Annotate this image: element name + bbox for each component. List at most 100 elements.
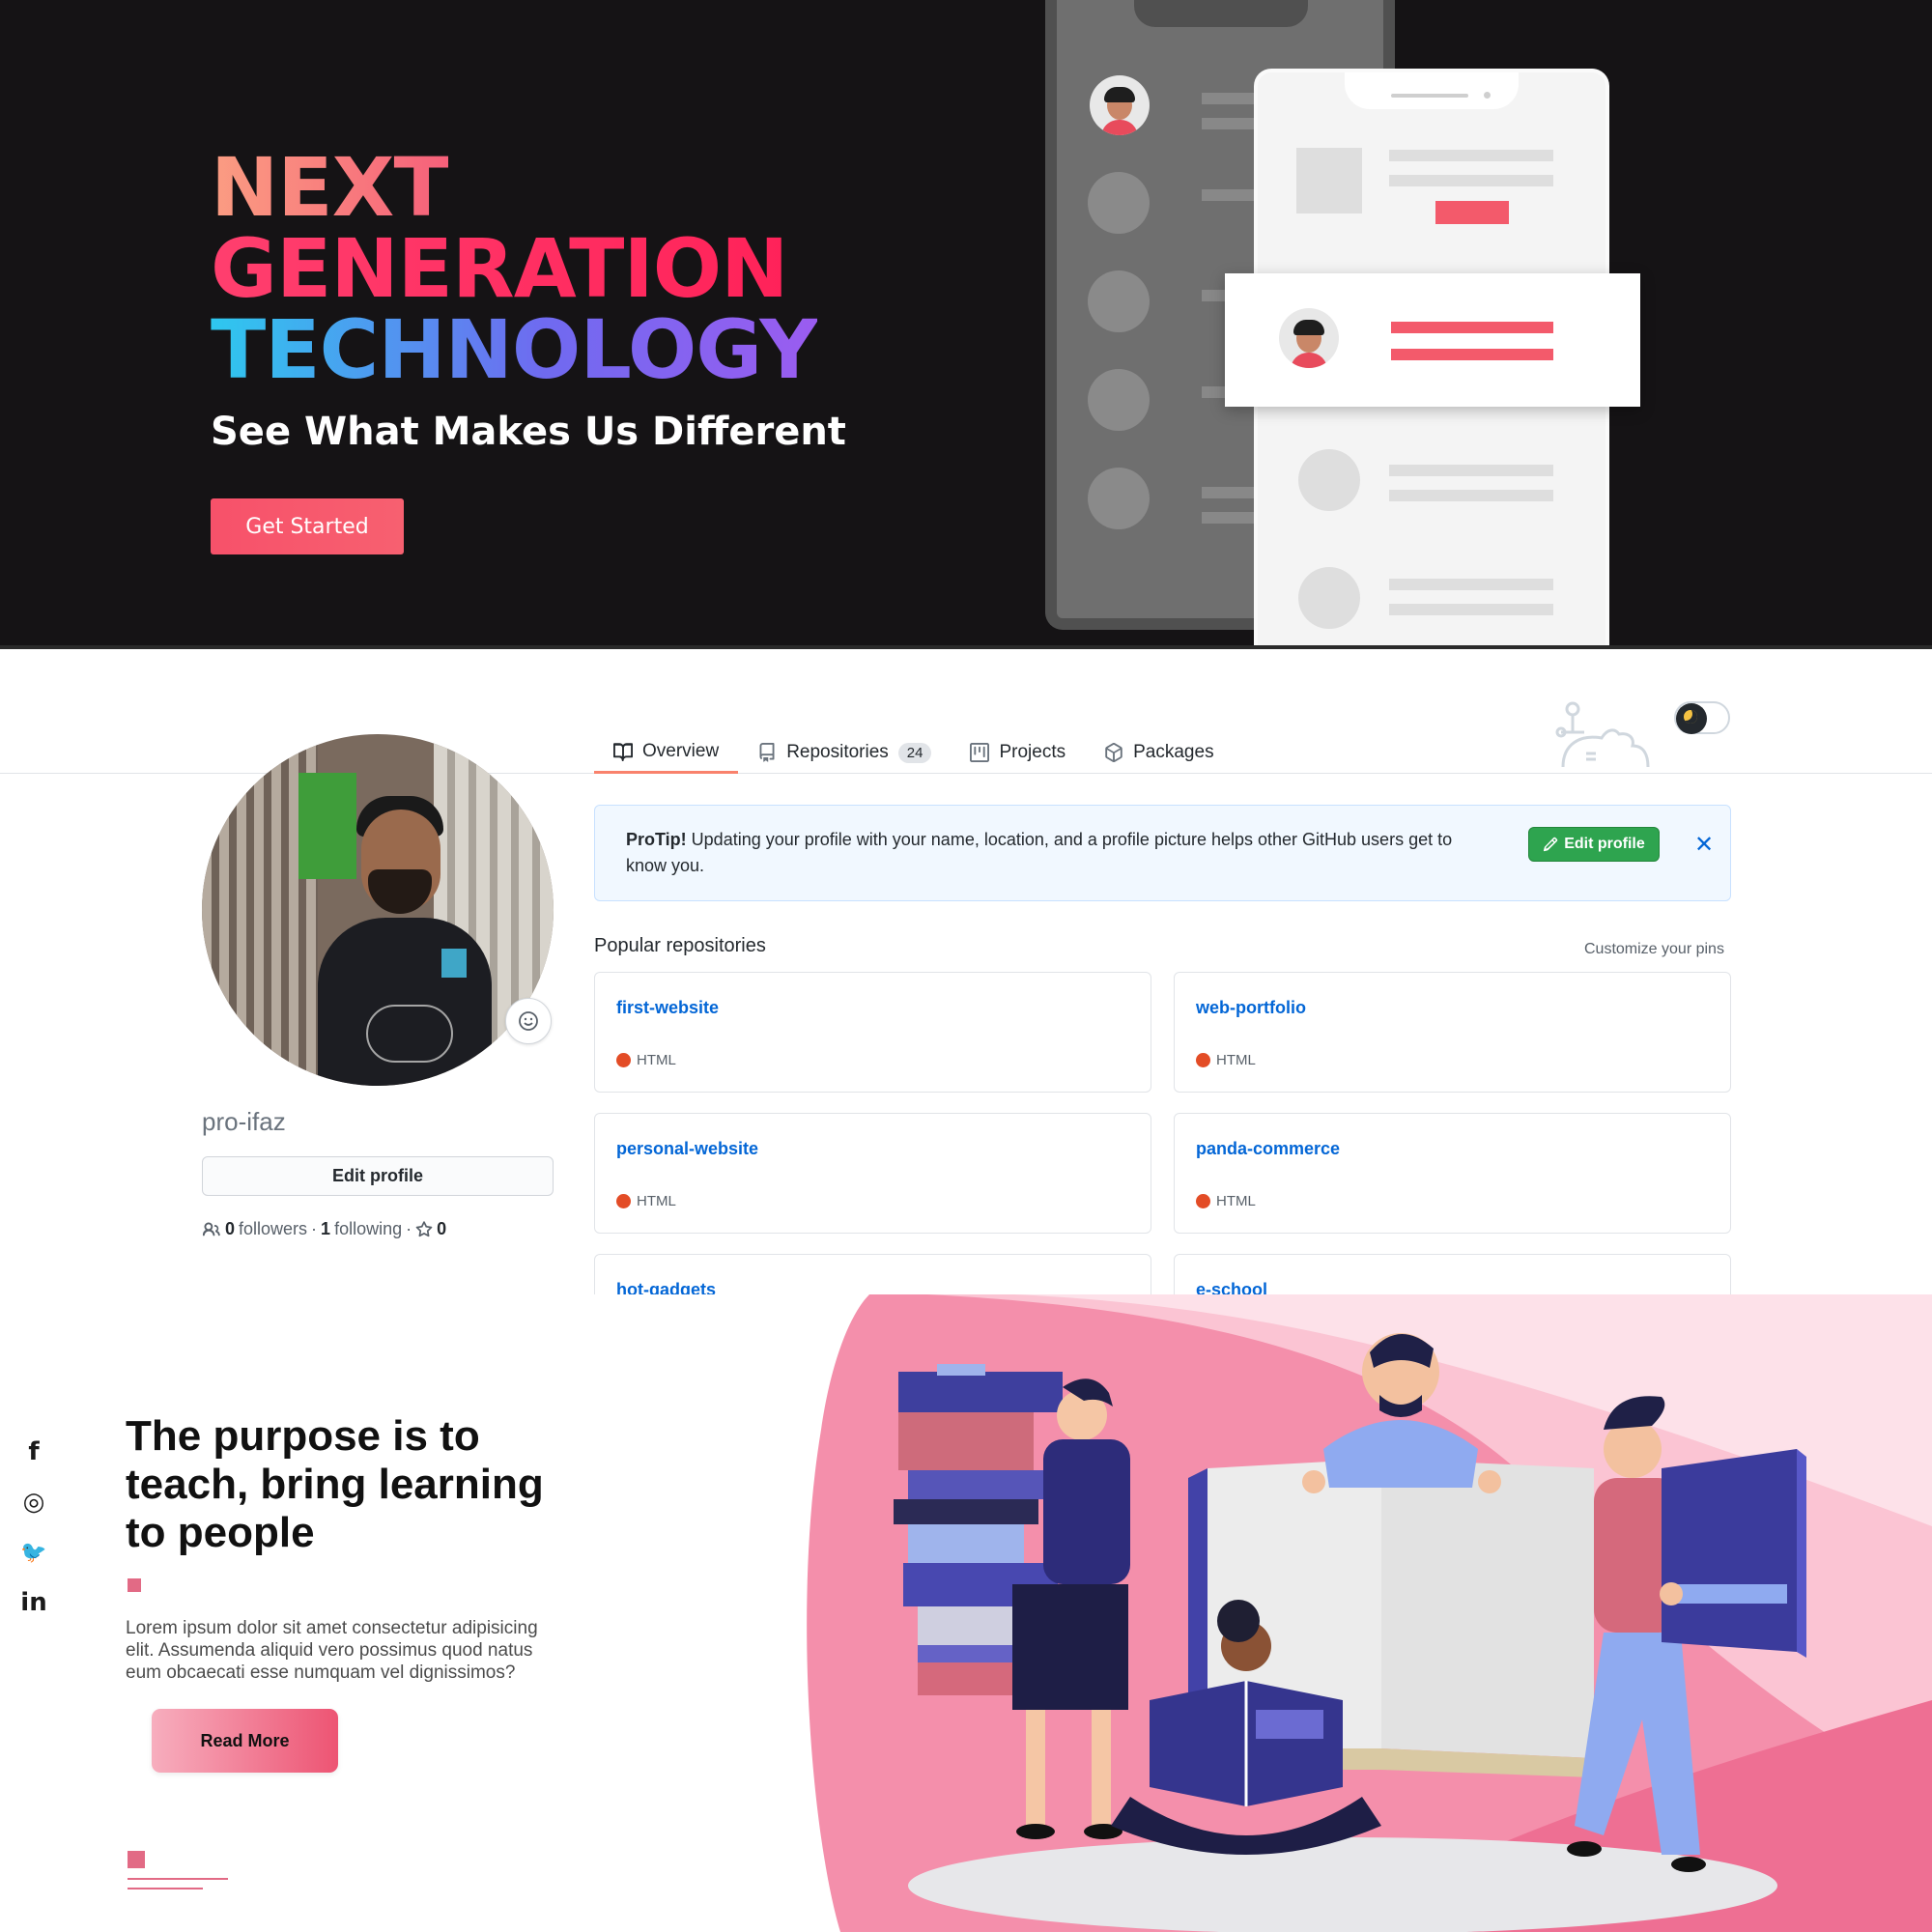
protip-bold: ProTip! [626,830,687,849]
protip-text: ProTip! Updating your profile with your … [626,827,1495,879]
repo-card: web-portfolio HTML [1174,972,1731,1093]
set-status-button[interactable] [505,998,552,1044]
placeholder-circle [1298,449,1360,511]
language-color-dot [616,1053,631,1067]
repo-icon [759,743,775,762]
followers-label: followers [239,1219,308,1238]
education-description: Lorem ipsum dolor sit amet consectetur a… [126,1618,538,1683]
collage-page: NEXT GENERATION TECHNOLOGY See What Make… [0,0,1932,1932]
education-section: f ◎ 🐦 in The purpose is to teach, bring … [0,1294,1932,1932]
popular-repositories-title: Popular repositories [594,935,766,956]
following-count: 1 [321,1219,331,1238]
dark-mode-toggle[interactable] [1674,701,1730,734]
language-label: HTML [1216,1052,1256,1068]
placeholder-line [1389,150,1553,161]
follow-stats: 0 followers · 1 following · 0 [202,1219,446,1239]
smiley-icon [519,1011,538,1031]
get-started-button[interactable]: Get Started [211,498,404,554]
people-icon [202,1222,220,1236]
stars-count: 0 [437,1219,447,1238]
separator-dot: · [406,1219,412,1238]
placeholder-image [1296,148,1362,213]
repository-grid: first-website HTML web-portfolio HTML pe… [594,972,1731,1294]
people-reading-books-illustration [807,1294,1932,1932]
placeholder-circle [1298,567,1360,629]
placeholder-line [1389,604,1553,615]
followers-count: 0 [225,1219,236,1238]
placeholder-circle [1088,468,1150,529]
profile-avatar[interactable] [202,734,554,1086]
facebook-icon[interactable]: f [19,1437,48,1466]
language-label: HTML [637,1052,676,1068]
decorative-line [128,1888,203,1889]
decorative-square [128,1578,141,1592]
placeholder-circle [1088,270,1150,332]
social-links: f ◎ 🐦 in [17,1437,50,1617]
repo-card: e-school [1174,1254,1731,1294]
star-icon [415,1220,433,1236]
repo-link[interactable]: hot-gadgets [616,1280,716,1294]
language-color-dot [616,1194,631,1208]
repo-card: first-website HTML [594,972,1151,1093]
hero-title-line-1: NEXT [211,140,449,235]
repo-link[interactable]: panda-commerce [1196,1139,1340,1159]
language-label: HTML [637,1193,676,1209]
education-headline: The purpose is to teach, bring learning … [126,1412,544,1556]
instagram-icon[interactable]: ◎ [19,1488,48,1517]
repository-count-badge: 24 [897,742,932,763]
phone-notch [1134,0,1308,27]
protip-edit-profile-button[interactable]: Edit profile [1528,827,1660,862]
tab-label: Overview [642,741,720,761]
hero-section: NEXT GENERATION TECHNOLOGY See What Make… [0,0,1932,649]
phone-notch [1345,72,1519,109]
separator-dot: · [311,1219,318,1238]
following-link[interactable]: 1 following [321,1219,402,1239]
placeholder-line [1389,175,1553,186]
tab-packages[interactable]: Packages [1085,732,1233,773]
avatar-illustration [1279,308,1339,368]
linkedin-icon[interactable]: in [19,1588,48,1617]
placeholder-line [1389,465,1553,476]
placeholder-red-line [1391,349,1553,360]
toggle-knob [1676,703,1707,734]
repo-language: HTML [1196,1052,1256,1068]
profile-tabs: Overview Repositories 24 Projects Packag… [594,732,1234,774]
tab-label: Projects [999,742,1066,762]
pencil-icon [1544,837,1558,852]
tab-overview[interactable]: Overview [594,732,739,774]
floating-profile-card [1225,273,1640,407]
read-more-button[interactable]: Read More [152,1709,338,1773]
decorative-square [128,1851,145,1868]
repo-link[interactable]: web-portfolio [1196,998,1306,1018]
avatar-illustration [1090,75,1150,135]
placeholder-circle [1088,172,1150,234]
stars-link[interactable]: 0 [415,1219,446,1239]
placeholder-red-line [1391,322,1553,333]
repo-language: HTML [616,1193,676,1209]
repo-card: personal-website HTML [594,1113,1151,1234]
customize-pins-link[interactable]: Customize your pins [1584,941,1724,958]
twitter-icon[interactable]: 🐦 [19,1540,48,1565]
tab-projects[interactable]: Projects [951,732,1085,773]
close-icon[interactable]: ✕ [1687,827,1721,862]
edit-profile-button[interactable]: Edit profile [202,1156,554,1196]
placeholder-line [1389,579,1553,590]
profile-username: pro-ifaz [202,1107,286,1136]
repo-language: HTML [1196,1193,1256,1209]
following-label: following [334,1219,403,1238]
project-icon [970,743,990,762]
protip-banner: ProTip! Updating your profile with your … [594,805,1731,901]
tab-label: Packages [1133,742,1214,762]
decorative-line [128,1878,228,1880]
repo-link[interactable]: first-website [616,998,719,1018]
followers-link[interactable]: 0 followers [225,1219,307,1239]
repo-link[interactable]: personal-website [616,1139,758,1159]
placeholder-circle [1088,369,1150,431]
moon-icon [1684,710,1697,724]
repo-link[interactable]: e-school [1196,1280,1267,1294]
tab-repositories[interactable]: Repositories 24 [738,732,951,773]
placeholder-red-button [1435,201,1509,224]
repo-card: panda-commerce HTML [1174,1113,1731,1234]
book-icon [613,743,633,761]
language-color-dot [1196,1053,1210,1067]
